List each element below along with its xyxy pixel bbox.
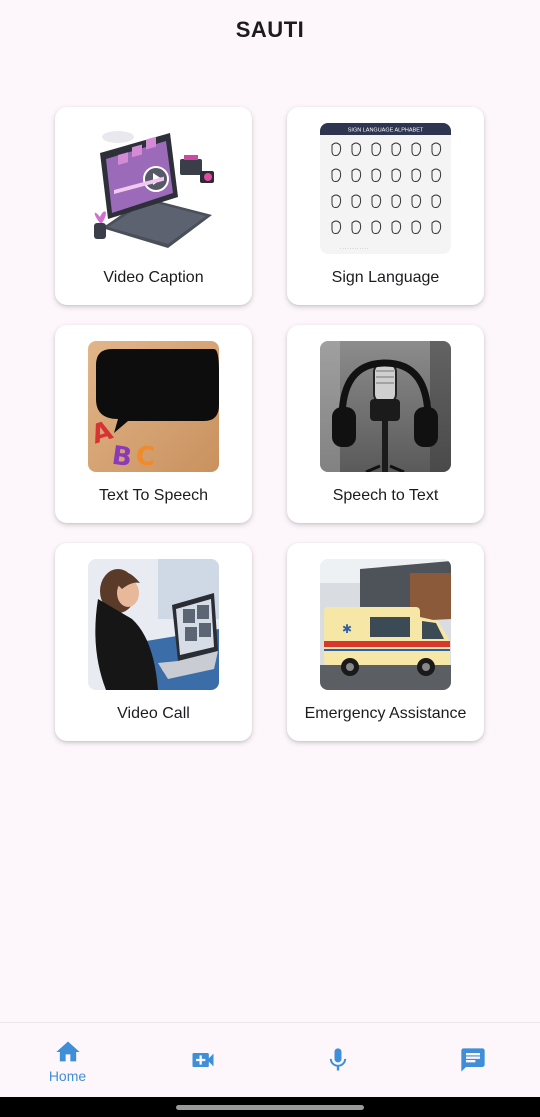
video-call-card[interactable]: Video Call xyxy=(55,543,252,741)
video-caption-label: Video Caption xyxy=(103,269,204,286)
home-icon xyxy=(55,1041,80,1062)
speech-to-text-label: Speech to Text xyxy=(332,487,439,504)
headphones-microphone-icon xyxy=(320,341,451,472)
bottom-navigation-bar: Home xyxy=(0,1022,540,1097)
text-to-speech-label: Text To Speech xyxy=(98,487,209,504)
app-screen: SAUTI Video Caption SIGN LANGUAGE ALPHAB… xyxy=(0,0,540,1117)
emergency-assistance-card[interactable]: ✱ Emergency Assistance xyxy=(287,543,484,741)
nav-item-home[interactable]: Home xyxy=(0,1025,135,1097)
text-to-speech-card[interactable]: A B C Text To Speech xyxy=(55,325,252,523)
nav-item-microphone[interactable] xyxy=(270,1023,405,1097)
video-call-add-icon xyxy=(192,1053,213,1067)
video-caption-illustration-icon xyxy=(88,123,219,254)
speech-to-text-card[interactable]: Speech to Text xyxy=(287,325,484,523)
svg-text:✱: ✱ xyxy=(342,622,352,636)
system-navigation-bar xyxy=(0,1097,540,1117)
chat-message-icon xyxy=(460,1048,485,1072)
sign-language-card[interactable]: SIGN LANGUAGE ALPHABET · · · · · · · · ·… xyxy=(287,107,484,305)
video-call-label: Video Call xyxy=(117,705,190,722)
app-title: SAUTI xyxy=(235,17,305,42)
feature-grid: Video Caption SIGN LANGUAGE ALPHABET · ·… xyxy=(55,107,484,741)
speech-bubble-abc-icon: A B C xyxy=(88,341,219,472)
gesture-home-handle[interactable] xyxy=(176,1105,364,1110)
sign-language-label: Sign Language xyxy=(331,269,440,286)
video-caption-card[interactable]: Video Caption xyxy=(55,107,252,305)
sign-chart-header: SIGN LANGUAGE ALPHABET xyxy=(348,128,424,134)
nav-item-video-call[interactable] xyxy=(135,1023,270,1097)
abc-letter-c: C xyxy=(136,442,155,472)
nav-item-chat[interactable] xyxy=(405,1023,540,1097)
svg-text:· · · · · · · · · · · ·: · · · · · · · · · · · · xyxy=(340,246,368,251)
microphone-icon xyxy=(329,1048,346,1071)
top-app-bar: SAUTI xyxy=(0,0,540,64)
ambulance-icon: ✱ xyxy=(320,559,451,690)
nav-home-label: Home xyxy=(48,1068,87,1084)
emergency-assistance-label: Emergency Assistance xyxy=(304,705,467,722)
sign-language-chart-icon: SIGN LANGUAGE ALPHABET · · · · · · · · ·… xyxy=(320,123,451,254)
abc-letter-b: B xyxy=(110,441,134,472)
laptop-video-call-icon xyxy=(88,559,219,690)
